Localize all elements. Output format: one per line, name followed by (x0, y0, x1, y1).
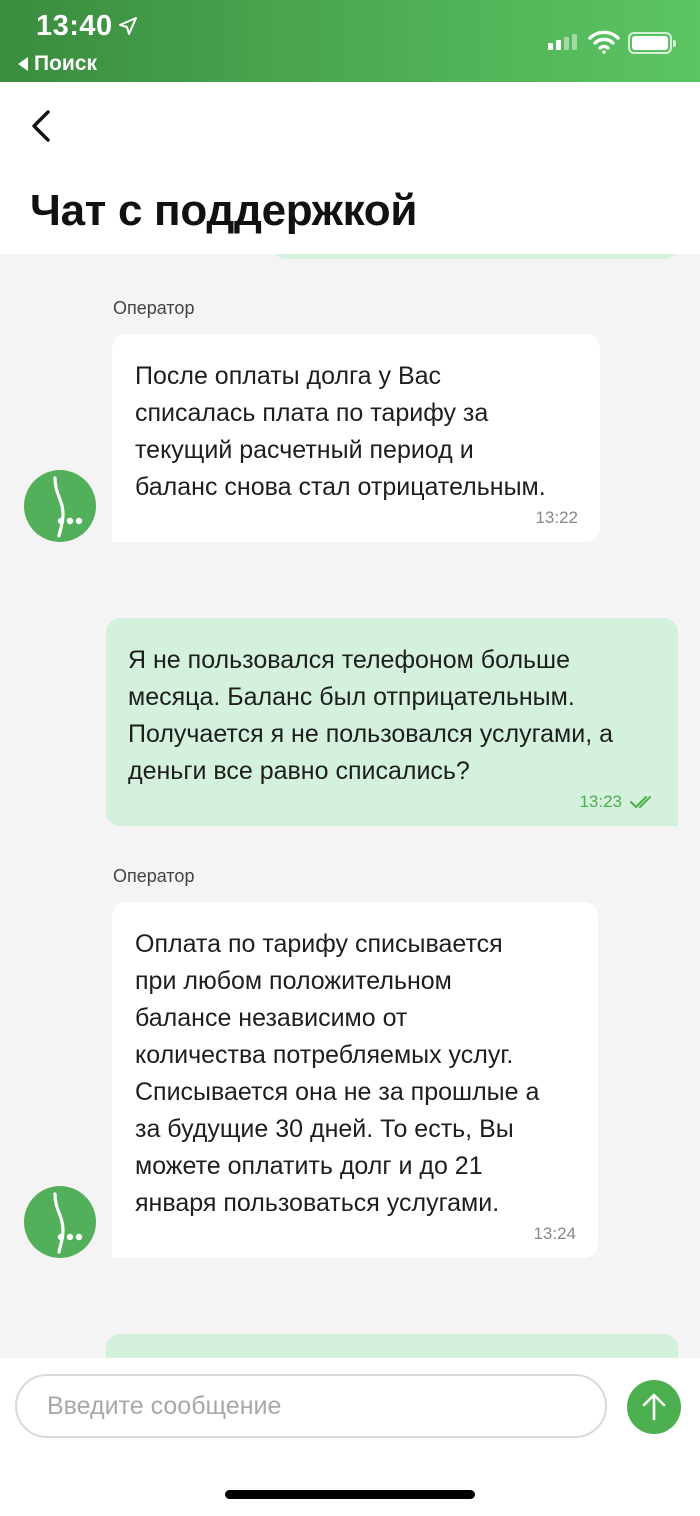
nav-bar: Чат с поддержкой (0, 82, 700, 254)
message-time-text: 13:24 (533, 1224, 576, 1243)
message-text: После оплаты долга у Вас списалась плата… (135, 362, 546, 501)
operator-message: После оплаты долга у Вас списалась плата… (112, 334, 600, 542)
send-button[interactable] (627, 1380, 681, 1434)
signal-icon (548, 34, 577, 50)
back-to-app-label: Поиск (34, 52, 98, 75)
message-bubble-partial (272, 254, 678, 259)
operator-avatar-icon (24, 1186, 96, 1258)
message-time: 13:23 (128, 792, 656, 812)
message-time: 13:24 (135, 1224, 576, 1244)
status-time: 13:40 (36, 10, 113, 42)
message-bubble-partial (106, 1334, 678, 1358)
message-time-text: 13:23 (579, 792, 622, 811)
message-text: Я не пользовался телефоном больше месяца… (128, 646, 613, 785)
message-time: 13:22 (135, 508, 578, 528)
sender-label: Оператор (113, 298, 195, 318)
back-chevron-icon[interactable] (26, 108, 58, 144)
operator-message: Оплата по тарифу списывается при любом п… (112, 902, 598, 1258)
back-triangle-icon (18, 57, 28, 71)
location-arrow-icon (119, 17, 137, 35)
sender-label: Оператор (113, 866, 195, 886)
message-time-text: 13:22 (535, 508, 578, 527)
status-bar: 13:40 Поиск (0, 0, 700, 82)
wifi-icon (588, 30, 620, 54)
user-message: Я не пользовался телефоном больше месяца… (106, 618, 678, 826)
arrow-up-icon (642, 1393, 666, 1421)
double-check-icon (630, 796, 651, 808)
message-text: Оплата по тарифу списывается при любом п… (135, 930, 540, 1217)
operator-avatar-icon (24, 470, 96, 542)
message-input[interactable] (15, 1374, 607, 1438)
battery-icon (628, 32, 676, 54)
composer-bar (0, 1358, 700, 1516)
chat-messages[interactable]: Оператор После оплаты долга у Вас списал… (0, 254, 700, 1358)
home-indicator (225, 1490, 475, 1499)
back-to-app-link[interactable]: Поиск (18, 52, 97, 76)
page-title: Чат с поддержкой (30, 186, 418, 235)
